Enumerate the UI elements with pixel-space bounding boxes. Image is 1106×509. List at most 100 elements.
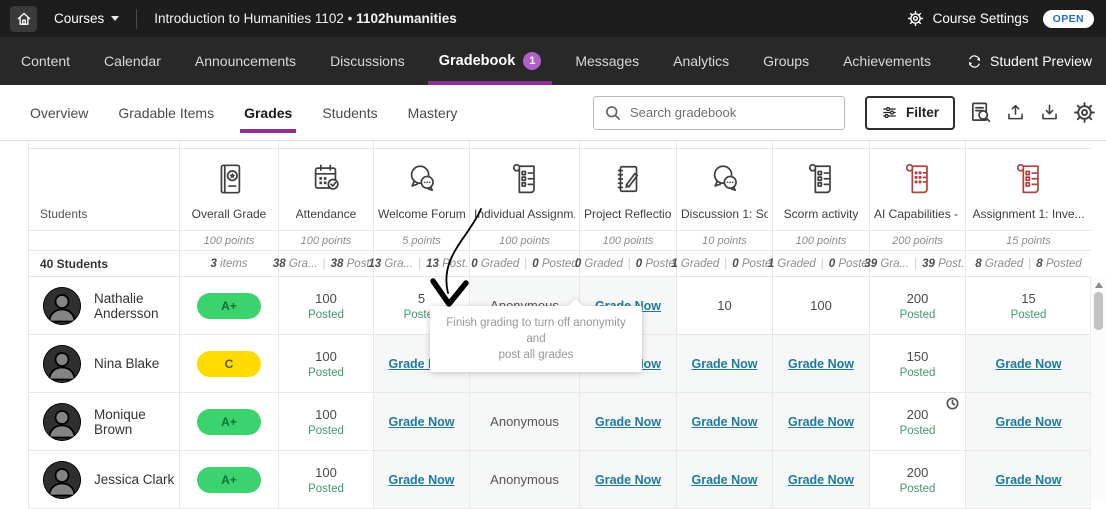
calendar-check-icon <box>309 162 343 196</box>
points-cell: 200 points <box>869 231 965 251</box>
subtab-grades[interactable]: Grades <box>244 85 292 140</box>
student-name: Monique Brown <box>94 407 179 437</box>
grade-cell: 100 <box>772 277 869 335</box>
grade-value: 200 <box>907 407 929 422</box>
grade-now-link[interactable]: Grade Now <box>389 415 455 429</box>
summary-cell: 13 Gra...|13 Post... <box>373 251 469 277</box>
grade-now-link[interactable]: Grade Now <box>788 415 854 429</box>
grade-cell: Grade Now <box>676 335 772 393</box>
grade-value: 5 <box>418 291 425 306</box>
home-button[interactable] <box>10 6 37 32</box>
student-cell-monique-brown: Monique Brown <box>29 393 179 451</box>
nav-tab-discussions[interactable]: Discussions <box>313 37 422 85</box>
grade-pill[interactable]: A+ <box>197 467 261 493</box>
summary-cell: 39 Gra...|39 Post... <box>869 251 965 277</box>
overall-grade-cell: A+ <box>179 451 278 509</box>
nav-tab-gradebook[interactable]: Gradebook1 <box>422 37 559 85</box>
grade-now-link[interactable]: Grade Now <box>996 415 1062 429</box>
grade-cell: Grade Now <box>965 451 1091 509</box>
grade-now-link[interactable]: Grade Now <box>996 357 1062 371</box>
grade-value: 100 <box>315 349 337 364</box>
nav-tab-announcements[interactable]: Announcements <box>178 37 313 85</box>
posted-label: Posted <box>308 483 344 495</box>
points-cell: 100 points <box>469 231 579 251</box>
grade-pill[interactable]: C <box>197 351 261 377</box>
student-preview-button[interactable]: Student Preview <box>966 37 1092 85</box>
grade-cell: Grade Now <box>373 393 469 451</box>
gradebook-search[interactable] <box>593 96 845 130</box>
gear-icon[interactable] <box>907 10 924 27</box>
grade-now-link[interactable]: Grade Now <box>595 473 661 487</box>
grade-cell: Grade Now <box>772 335 869 393</box>
grade-cell: 100Posted <box>278 335 373 393</box>
subtab-gradable-items[interactable]: Gradable Items <box>118 85 214 140</box>
upload-icon[interactable] <box>1005 102 1026 123</box>
column-header-scorm-activity[interactable]: Scorm activity <box>772 149 869 231</box>
subtab-overview[interactable]: Overview <box>30 85 88 140</box>
grade-value: 200 <box>907 291 929 306</box>
column-header-attendance[interactable]: Attendance <box>278 149 373 231</box>
student-cell-nina-blake: Nina Blake <box>29 335 179 393</box>
points-cell: 15 points <box>965 231 1091 251</box>
grade-cell: Grade Now <box>676 393 772 451</box>
column-header-project-reflections[interactable]: Project Reflections <box>579 149 676 231</box>
grade-pill[interactable]: A+ <box>197 409 261 435</box>
settings-gear-icon[interactable] <box>1073 101 1096 124</box>
grade-now-link[interactable]: Grade Now <box>692 415 758 429</box>
nav-tab-achievements[interactable]: Achievements <box>826 37 948 85</box>
grade-cell: 100 Posted <box>278 451 373 509</box>
grade-now-link[interactable]: Grade Now <box>996 473 1062 487</box>
course-settings-link[interactable]: Course Settings <box>933 11 1029 26</box>
grade-cell: Grade Now <box>676 451 772 509</box>
column-header-discussion-1-softw[interactable]: Discussion 1: Softw... <box>676 149 772 231</box>
grade-value: 100 <box>810 298 832 313</box>
column-header-overall-grade[interactable]: Overall Grade <box>179 149 278 231</box>
column-header-assignment-1-inve[interactable]: Assignment 1: Inve... <box>965 149 1091 231</box>
grade-pill[interactable]: A+ <box>197 293 261 319</box>
column-divider-strip <box>676 141 772 149</box>
subtab-mastery[interactable]: Mastery <box>408 85 458 140</box>
grade-now-link[interactable]: Grade Now <box>595 415 661 429</box>
summary-cell: 8 Graded|8 Posted <box>965 251 1091 277</box>
nav-tab-messages[interactable]: Messages <box>558 37 656 85</box>
points-cell-empty <box>29 231 179 251</box>
students-count: 40 Students <box>29 251 179 277</box>
grade-cell: 10 <box>676 277 772 335</box>
nav-tab-groups[interactable]: Groups <box>746 37 826 85</box>
column-divider-strip <box>278 141 373 149</box>
nav-tab-analytics[interactable]: Analytics <box>656 37 746 85</box>
scroll-up-arrow[interactable] <box>1095 282 1103 288</box>
nav-tab-calendar[interactable]: Calendar <box>87 37 178 85</box>
filter-button[interactable]: Filter <box>865 96 955 130</box>
column-header-individual-assignm[interactable]: Individual Assignm... <box>469 149 579 231</box>
grade-now-link[interactable]: Grade Now <box>788 357 854 371</box>
search-input[interactable] <box>630 105 834 120</box>
avatar <box>43 345 81 383</box>
subtab-students[interactable]: Students <box>322 85 377 140</box>
grid-doc-icon <box>901 162 935 196</box>
gradebook-subtabs: Overview Gradable Items Grades Students Mast… <box>30 85 457 140</box>
open-status-badge[interactable]: OPEN <box>1043 10 1094 28</box>
scrollbar-thumb[interactable] <box>1094 292 1103 330</box>
download-icon[interactable] <box>1039 102 1060 123</box>
vertical-scrollbar[interactable] <box>1090 277 1106 501</box>
column-header-ai-capabilities-ind[interactable]: AI Capabilities - Ind... <box>869 149 965 231</box>
gradebook-sub-bar: Overview Gradable Items Grades Students Mast… <box>0 85 1106 141</box>
grade-value: 150 <box>907 349 929 364</box>
column-header-welcome-forum[interactable]: Welcome Forum <box>373 149 469 231</box>
grade-now-link[interactable]: Grade Now <box>788 473 854 487</box>
gradebook-count-badge: 1 <box>523 52 541 70</box>
nav-tab-content[interactable]: Content <box>4 37 87 85</box>
grade-now-link[interactable]: Grade Now <box>389 473 455 487</box>
courses-dropdown[interactable]: Courses <box>54 11 119 26</box>
grade-cell: 150Posted <box>869 335 965 393</box>
summary-cell: 38 Gra...|38 Post... <box>278 251 373 277</box>
assignment-icon <box>1012 162 1046 196</box>
grade-now-link[interactable]: Grade Now <box>692 357 758 371</box>
gradebook-review-search-icon[interactable] <box>969 101 992 124</box>
grade-cell: Grade Now <box>579 451 676 509</box>
grade-now-link[interactable]: Grade Now <box>692 473 758 487</box>
grade-value: 100 <box>315 465 337 480</box>
points-cell: 100 points <box>278 231 373 251</box>
grade-cell: 15Posted <box>965 277 1091 335</box>
